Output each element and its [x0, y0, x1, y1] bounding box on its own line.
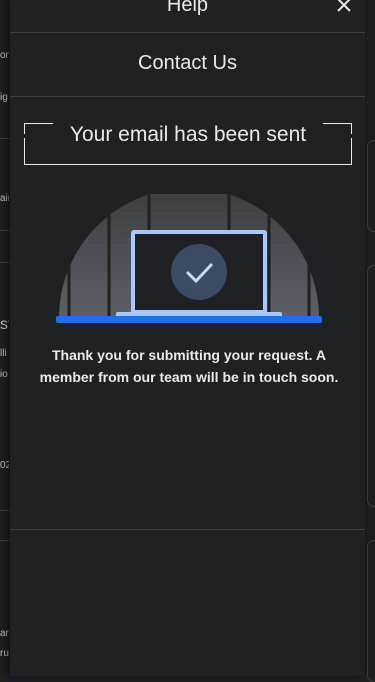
background-text-fragment: 02: [0, 460, 9, 471]
sent-confirmation-banner: Your email has been sent: [24, 123, 352, 165]
background-divider: [0, 230, 10, 231]
background-right-edge: [365, 0, 375, 682]
close-icon: [337, 0, 351, 12]
confirmation-message: Thank you for submitting your request. A…: [39, 347, 339, 385]
background-divider: [0, 138, 10, 139]
divider: [10, 529, 365, 530]
background-text-fragment: lli: [0, 348, 7, 359]
help-drawer: Help Contact Us Your email has been sent: [10, 0, 365, 676]
background-card-edge: [367, 140, 375, 232]
drawer-header: Help: [10, 0, 365, 33]
background-divider: [0, 510, 10, 511]
background-divider: [0, 262, 10, 263]
background-text-fragment: io: [0, 369, 8, 380]
background-text-fragment: air: [0, 193, 9, 204]
background-divider: [0, 540, 10, 541]
background-text-fragment: ru: [0, 648, 9, 659]
background-card-edge: [367, 540, 375, 682]
drawer-title: Help: [166, 0, 209, 16]
background-text-fragment: ig: [0, 92, 8, 103]
background-text-fragment: st: [0, 316, 9, 333]
page-title: Contact Us: [138, 52, 237, 74]
background-text-fragment: ar: [0, 628, 9, 639]
background-text-fragment: on: [0, 50, 9, 61]
contact-us-header: Contact Us: [10, 33, 365, 97]
laptop-checkmark-icon: [56, 194, 322, 326]
close-button[interactable]: [333, 0, 355, 16]
background-card-edge: [367, 265, 375, 507]
confirmation-heading: Your email has been sent: [69, 123, 307, 146]
